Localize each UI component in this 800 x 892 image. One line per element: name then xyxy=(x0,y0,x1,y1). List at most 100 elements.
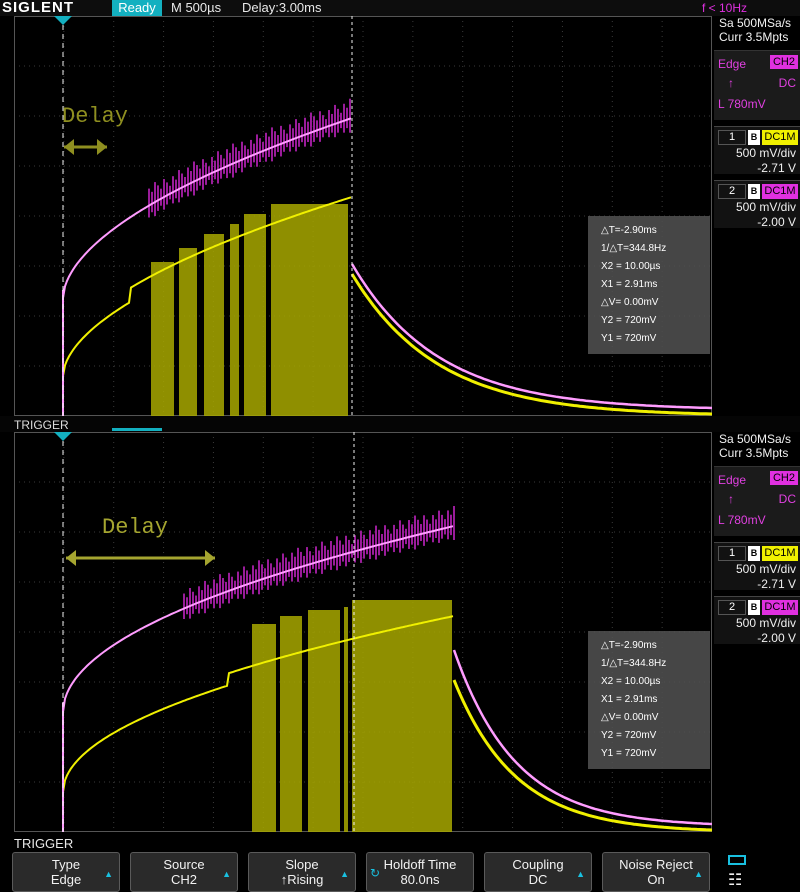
ch1-burst-segment xyxy=(280,616,302,832)
menu-noise-reject-button[interactable]: Noise Reject On ▲ xyxy=(602,852,710,892)
status-bar: SIGLENT Ready M 500µs Delay:3.00ms f < 1… xyxy=(0,0,800,16)
channel-coupling-badge: DC1M xyxy=(762,184,798,199)
rising-edge-icon: ↑ xyxy=(728,76,734,90)
trigger-type: Edge xyxy=(718,473,747,487)
brand-logo: SIGLENT xyxy=(2,0,75,16)
trigger-summary[interactable]: Edge CH2 ↑ DC L 780mV xyxy=(714,50,800,120)
measure-y1: Y1 = 720mV xyxy=(601,333,657,344)
memory-depth: Curr 3.5Mpts xyxy=(719,446,789,460)
menu-source-button[interactable]: Source CH2 ▲ xyxy=(130,852,238,892)
measure-inv-delta-t: 1/△T=344.8Hz xyxy=(601,658,667,669)
channel-coupling-badge: DC1M xyxy=(762,600,798,615)
status-highlight-bar xyxy=(112,428,162,431)
volts-per-div: 500 mV/div xyxy=(735,562,796,576)
measure-x2: X2 = 10.00µs xyxy=(601,261,661,272)
menu-holdoff-button[interactable]: ↻ Holdoff Time 80.0ns xyxy=(366,852,474,892)
delay-annotation: Delay xyxy=(62,104,128,155)
ch1-burst-segment xyxy=(151,262,174,416)
measure-y2: Y2 = 720mV xyxy=(601,730,657,741)
trigger-source-badge: CH2 xyxy=(769,55,798,69)
menu-coupling-button[interactable]: Coupling DC ▲ xyxy=(484,852,592,892)
bandwidth-limit-badge: B xyxy=(748,130,760,145)
ch1-burst-segment xyxy=(179,248,197,416)
ch1-burst-segment xyxy=(230,224,239,416)
menu-arrow-icon: ▲ xyxy=(694,869,703,879)
delay-arrow-left-head xyxy=(66,550,76,566)
measure-delta-t: △T=-2.90ms xyxy=(601,225,657,236)
measure-x1: X1 = 2.91ms xyxy=(601,279,658,290)
trigger-position-marker-icon xyxy=(54,432,72,441)
measure-inv-delta-t: 1/△T=344.8Hz xyxy=(601,243,667,254)
network-icon[interactable]: ☷ xyxy=(728,870,742,890)
channel-offset: -2.71 V xyxy=(757,161,796,175)
measure-x2: X2 = 10.00µs xyxy=(601,676,661,687)
menu-arrow-icon: ▲ xyxy=(576,869,585,879)
channel-offset: -2.00 V xyxy=(757,215,796,229)
measure-y1: Y1 = 720mV xyxy=(601,748,657,759)
trigger-summary[interactable]: Edge CH2 ↑ DC L 780mV xyxy=(714,466,800,536)
delay-arrow-right-head xyxy=(97,139,107,155)
menu-type-button[interactable]: Type Edge ▲ xyxy=(12,852,120,892)
system-icons: ☷ xyxy=(722,852,762,892)
ch1-burst-fill xyxy=(151,204,348,416)
channel-number: 1 xyxy=(718,546,746,561)
separator-label: TRIGGER xyxy=(14,418,69,432)
horizontal-delay-readout[interactable]: Delay:3.00ms xyxy=(242,0,321,16)
measure-delta-t: △T=-2.90ms xyxy=(601,640,657,651)
measure-delta-v: △V= 0.00mV xyxy=(601,712,659,723)
cursor-measurement-box-bottom: △T=-2.90ms 1/△T=344.8Hz X2 = 10.00µs X1 … xyxy=(588,631,710,769)
menu-arrow-icon: ▲ xyxy=(104,869,113,879)
channel-2-info[interactable]: 2 B DC1M 500 mV/div -2.00 V xyxy=(714,180,800,229)
channel-1-info[interactable]: 1 B DC1M 500 mV/div -2.71 V xyxy=(714,126,800,175)
trigger-position-marker-icon xyxy=(54,16,72,25)
channel-2-info[interactable]: 2 B DC1M 500 mV/div -2.00 V xyxy=(714,596,800,645)
info-panel-bottom: Sa 500MSa/s Curr 3.5Mpts Edge CH2 ↑ DC L… xyxy=(714,432,800,645)
trigger-level: L 780mV xyxy=(718,513,766,527)
menu-slope-button[interactable]: Slope ↑Rising ▲ xyxy=(248,852,356,892)
ch1-burst-fill xyxy=(252,600,452,832)
delay-label: Delay xyxy=(102,515,168,540)
delay-label: Delay xyxy=(62,104,128,129)
memory-depth: Curr 3.5Mpts xyxy=(719,30,789,44)
trigger-coupling: DC xyxy=(778,492,796,506)
trigger-frequency-readout: f < 10Hz xyxy=(702,1,748,15)
channel-number: 1 xyxy=(718,130,746,145)
softkey-menu: Type Edge ▲ Source CH2 ▲ Slope ↑Rising ▲… xyxy=(0,852,800,892)
channel-offset: -2.00 V xyxy=(757,631,796,645)
ch1-burst-segment xyxy=(252,624,276,832)
trigger-level: L 780mV xyxy=(718,97,766,111)
bandwidth-limit-badge: B xyxy=(748,600,760,615)
bandwidth-limit-badge: B xyxy=(748,184,760,199)
run-status-badge[interactable]: Ready xyxy=(112,0,162,16)
channel-number: 2 xyxy=(718,184,746,199)
delay-arrow-left-head xyxy=(64,139,74,155)
channel-coupling-badge: DC1M xyxy=(762,130,798,145)
menu-holdoff-title: Holdoff Time xyxy=(383,857,457,872)
battery-icon xyxy=(728,855,746,865)
ch1-burst-segment xyxy=(271,204,348,416)
ch1-burst-segment xyxy=(244,214,266,416)
measure-x1: X1 = 2.91ms xyxy=(601,694,658,705)
channel-1-info[interactable]: 1 B DC1M 500 mV/div -2.71 V xyxy=(714,542,800,591)
menu-title: TRIGGER xyxy=(14,836,74,851)
channel-offset: -2.71 V xyxy=(757,577,796,591)
ch2-noise-band xyxy=(148,98,351,218)
cursor-measurement-box-top: △T=-2.90ms 1/△T=344.8Hz X2 = 10.00µs X1 … xyxy=(588,216,710,354)
measure-y2: Y2 = 720mV xyxy=(601,315,657,326)
channel-number: 2 xyxy=(718,600,746,615)
volts-per-div: 500 mV/div xyxy=(735,146,796,160)
trigger-coupling: DC xyxy=(778,76,796,90)
menu-arrow-icon: ▲ xyxy=(340,869,349,879)
bandwidth-limit-badge: B xyxy=(748,546,760,561)
timebase-readout[interactable]: M 500µs xyxy=(171,0,221,16)
info-panel-top: Sa 500MSa/s Curr 3.5Mpts Edge CH2 ↑ DC L… xyxy=(714,16,800,229)
adjust-knob-icon: ↻ xyxy=(370,866,381,880)
volts-per-div: 500 mV/div xyxy=(735,200,796,214)
delay-annotation: Delay xyxy=(66,515,215,566)
trigger-type: Edge xyxy=(718,57,747,71)
panel-separator: TRIGGER xyxy=(0,416,800,432)
ch1-burst-segment xyxy=(204,234,224,416)
channel-coupling-badge: DC1M xyxy=(762,546,798,561)
sample-rate: Sa 500MSa/s xyxy=(719,16,792,30)
trigger-source-badge: CH2 xyxy=(769,471,798,485)
